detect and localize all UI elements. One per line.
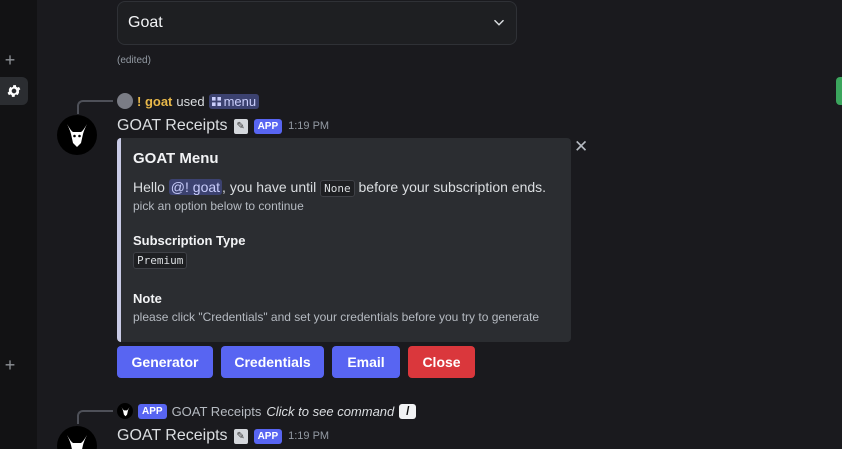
settings-button[interactable] (0, 77, 28, 105)
user-avatar-small (117, 93, 133, 109)
hello-text: Hello (133, 179, 165, 195)
bot-avatar-2[interactable] (57, 426, 97, 449)
select-menu[interactable]: Goat (117, 1, 517, 45)
edited-label: (edited) (117, 55, 151, 66)
click-to-see-command[interactable]: Click to see command (266, 404, 394, 419)
note-field-name: Note (133, 291, 162, 306)
generator-button[interactable]: Generator (117, 346, 213, 378)
credentials-button[interactable]: Credentials (221, 346, 324, 378)
embed-card: GOAT Menu Hello @! goat, you have until … (117, 138, 571, 342)
gear-icon (7, 85, 21, 97)
action-buttons: Generator Credentials Email Close (117, 346, 475, 378)
receipt-emoji-icon-2: ✎ (233, 428, 248, 444)
bot-avatar-small (117, 403, 133, 419)
reply-connector (77, 100, 113, 114)
reply-connector-2 (77, 410, 113, 424)
app-badge-2: APP (138, 403, 167, 419)
interaction-context[interactable]: ! goat used menu (117, 93, 260, 109)
app-badge-3: APP (253, 428, 283, 444)
interaction-author-2[interactable]: GOAT Receipts (172, 404, 262, 419)
used-label: used (176, 93, 205, 109)
chevron-down-icon (494, 19, 504, 26)
interaction-username[interactable]: ! goat (137, 94, 172, 109)
author-name-2[interactable]: GOAT Receipts (117, 427, 228, 445)
slash-command-icon: / (399, 403, 417, 419)
message-header-2: GOAT Receipts ✎ APP 1:19 PM (117, 425, 329, 447)
note-field-value: please click "Credentials" and set your … (133, 310, 540, 324)
timestamp: 1:19 PM (288, 120, 330, 132)
user-mention[interactable]: @! goat (168, 179, 223, 195)
goat-logo-icon-2 (67, 435, 87, 449)
command-tag[interactable]: menu (208, 93, 260, 109)
add-server-icon[interactable]: + (2, 51, 18, 69)
embed-subtext: pick an option below to continue (133, 199, 304, 213)
receipt-emoji-icon: ✎ (233, 118, 248, 134)
close-icon[interactable]: ✕ (574, 138, 588, 155)
goat-logo-icon (67, 124, 87, 147)
close-button[interactable]: Close (408, 346, 475, 378)
author-name[interactable]: GOAT Receipts (117, 117, 228, 135)
bot-avatar[interactable] (57, 115, 97, 155)
interaction-context-2[interactable]: APP GOAT Receipts Click to see command / (117, 403, 417, 419)
subscription-field-value: Premium (133, 252, 188, 269)
add-server-icon-2[interactable]: + (2, 356, 18, 374)
until-code: None (320, 180, 355, 197)
command-name: menu (223, 93, 257, 109)
embed-title: GOAT Menu (133, 150, 219, 167)
goat-logo-small-icon (121, 406, 129, 416)
ends-text: before your subscription ends. (358, 179, 547, 195)
embed-description: Hello @! goat, you have until None befor… (133, 178, 559, 198)
select-value: Goat (128, 14, 163, 31)
online-indicator (836, 77, 842, 105)
app-badge: APP (253, 118, 283, 134)
email-button[interactable]: Email (332, 346, 400, 378)
until-text: , you have until (222, 179, 317, 195)
message-header: GOAT Receipts ✎ APP 1:19 PM (117, 115, 329, 137)
subscription-field-name: Subscription Type (133, 233, 246, 248)
grid-icon (211, 96, 221, 106)
server-sidebar: + + (0, 0, 37, 449)
timestamp-2: 1:19 PM (288, 430, 330, 442)
